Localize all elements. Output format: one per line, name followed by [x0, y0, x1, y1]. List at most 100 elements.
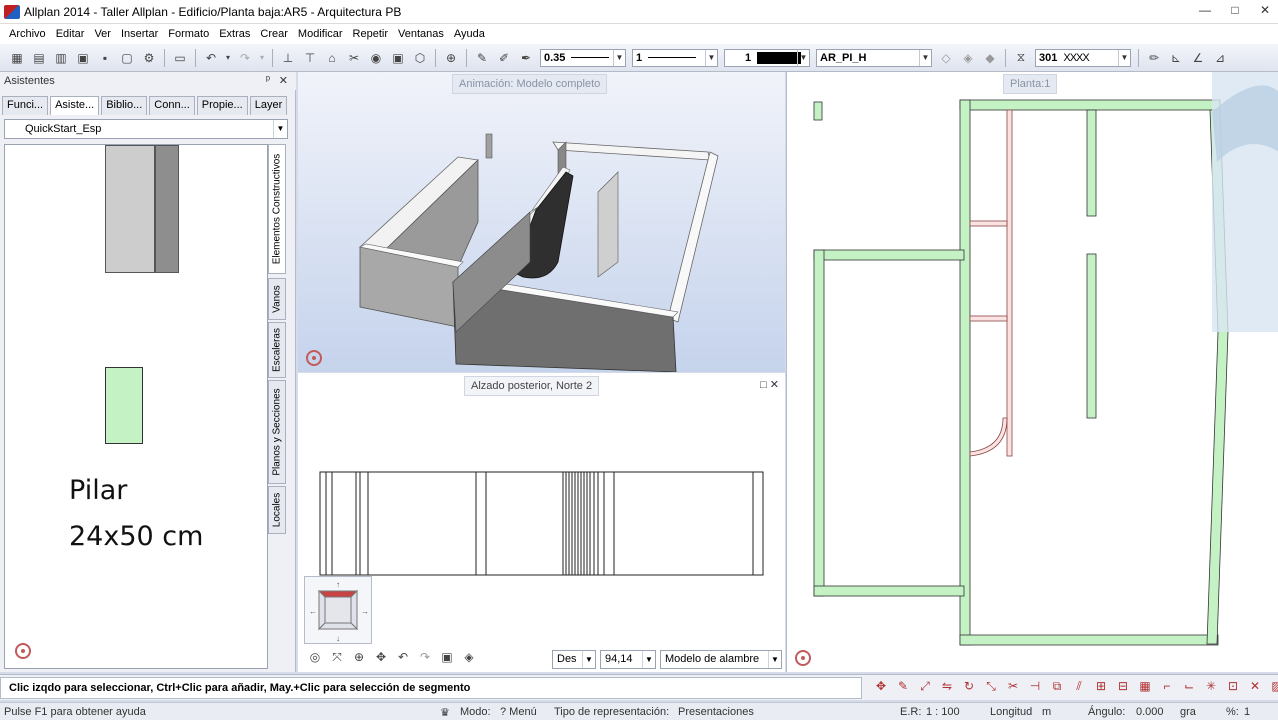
panel-close-icon[interactable]: ✕ — [279, 74, 288, 87]
rotate-icon[interactable]: ↻ — [960, 679, 978, 697]
pick-format-icon[interactable]: ✐ — [495, 49, 513, 67]
pan-icon[interactable]: ✥ — [372, 650, 390, 668]
minimize-button[interactable]: — — [1196, 3, 1214, 17]
menu-ventanas[interactable]: Ventanas — [393, 28, 449, 40]
explode-icon[interactable]: ✳ — [1202, 679, 1220, 697]
angle-value[interactable]: 0.000 — [1136, 706, 1164, 718]
menu-ver[interactable]: Ver — [89, 28, 116, 40]
tab-layer[interactable]: Layer — [249, 96, 288, 115]
redo-icon[interactable]: ↷ — [236, 49, 254, 67]
tab-propiedades[interactable]: Propie... — [196, 96, 248, 115]
des-select[interactable]: Des ▼ — [552, 650, 596, 669]
navigation-target-icon[interactable]: ◎ — [306, 650, 324, 668]
menu-extras[interactable]: Extras — [214, 28, 255, 40]
trim-icon[interactable]: ✂ — [1004, 679, 1022, 697]
pillar-3d-preview[interactable] — [105, 145, 155, 273]
copy-icon[interactable]: ⧉ — [1048, 679, 1066, 697]
open-file-icon[interactable]: ▣ — [74, 49, 92, 67]
menu-ayuda[interactable]: Ayuda — [449, 28, 490, 40]
viewport-elevation[interactable]: Alzado posterior, Norte 2 □ ✕ ↑ ↓ ← → ◎ … — [298, 373, 785, 672]
angle-icon[interactable]: ∠ — [1189, 49, 1207, 67]
layer-visibility-icon[interactable]: ◇ — [937, 49, 955, 67]
dimension-icon[interactable]: ⊤ — [301, 49, 319, 67]
measure-icon[interactable]: ⊥ — [279, 49, 297, 67]
array-icon[interactable]: ▦ — [1136, 679, 1154, 697]
navigation-cube[interactable]: ↑ ↓ ← → — [304, 576, 372, 644]
stairs-icon[interactable]: ⌂ — [323, 49, 341, 67]
pillar-plan-preview[interactable] — [105, 367, 143, 444]
angle-select[interactable]: 94,14 ▼ — [600, 650, 656, 669]
tab-connect[interactable]: Conn... — [149, 96, 195, 115]
menu-modificar[interactable]: Modificar — [293, 28, 348, 40]
representation-value[interactable]: Presentaciones — [678, 706, 754, 718]
extend-icon[interactable]: ⊣ — [1026, 679, 1044, 697]
plan-target-icon[interactable] — [795, 650, 811, 666]
hatch-select[interactable]: 301 XXXX ▼ — [1035, 48, 1131, 67]
redo-dropdown-icon[interactable]: ▾ — [258, 49, 266, 67]
transform-icon[interactable]: ⊡ — [1224, 679, 1242, 697]
assistant-select[interactable]: QuickStart_Esp ▼ — [4, 119, 288, 139]
menu-formato[interactable]: Formato — [163, 28, 214, 40]
zoom-window-icon[interactable]: ⊕ — [350, 650, 368, 668]
fillet-icon[interactable]: ⌐ — [1158, 679, 1176, 697]
building-3d-model[interactable] — [298, 72, 785, 372]
stretch-icon[interactable]: ⤢ — [916, 679, 934, 697]
undo-dropdown-icon[interactable]: ▾ — [224, 49, 232, 67]
color-select[interactable]: 1 ▼ — [724, 48, 810, 67]
vtab-planos-secciones[interactable]: Planos y Secciones — [268, 380, 286, 484]
fillet-icon[interactable]: ⊾ — [1167, 49, 1185, 67]
dimension-angle-icon[interactable]: ⊿ — [1211, 49, 1229, 67]
pen-thickness-select[interactable]: 0.35 ▼ — [540, 48, 626, 67]
eraser-icon[interactable]: ✎ — [894, 679, 912, 697]
viewport-plan[interactable]: Planta:1 — [786, 72, 1278, 672]
tab-biblioteca[interactable]: Biblio... — [101, 96, 148, 115]
hatch-modify-icon[interactable]: ▨ — [1268, 679, 1278, 697]
vtab-vanos[interactable]: Vanos — [268, 278, 286, 320]
image-icon[interactable]: ▭ — [171, 49, 189, 67]
layer-lock-icon[interactable]: ◈ — [959, 49, 977, 67]
menu-archivo[interactable]: Archivo — [4, 28, 51, 40]
angle-unit[interactable]: gra — [1180, 706, 1196, 718]
length-unit[interactable]: m — [1042, 706, 1051, 718]
delete-icon[interactable]: ✕ — [1246, 679, 1264, 697]
layer-settings-icon[interactable]: ◆ — [981, 49, 999, 67]
zoom-all-icon[interactable]: ⤧ — [328, 650, 346, 668]
format-painter-icon[interactable]: ✎ — [473, 49, 491, 67]
scale-value[interactable]: 1 : 100 — [926, 706, 960, 718]
fileset-icon[interactable]: ▤ — [30, 49, 48, 67]
pin-icon[interactable]: ᵖ — [266, 74, 270, 86]
vtab-escaleras[interactable]: Escaleras — [268, 322, 286, 378]
hatch-pattern-icon[interactable]: ⧖ — [1012, 49, 1030, 67]
view-options-icon[interactable]: ◈ — [460, 650, 478, 668]
layout-icon[interactable]: ▢ — [118, 49, 136, 67]
viewport-icon[interactable]: ▣ — [389, 49, 407, 67]
model-icon[interactable]: ⬡ — [411, 49, 429, 67]
navigation-target-icon[interactable] — [15, 643, 31, 659]
save-view-icon[interactable]: ▣ — [438, 650, 456, 668]
chamfer-icon[interactable]: ⌙ — [1180, 679, 1198, 697]
mode-value[interactable]: ? Menú — [500, 706, 537, 718]
pen-icon[interactable]: ✒ — [517, 49, 535, 67]
menu-insertar[interactable]: Insertar — [116, 28, 163, 40]
floor-plan-drawing[interactable] — [787, 72, 1278, 672]
zoom-icon[interactable]: ⊕ — [442, 49, 460, 67]
settings-icon[interactable]: ⚙ — [140, 49, 158, 67]
next-view-icon[interactable]: ↷ — [416, 650, 434, 668]
project-open-icon[interactable]: ▦ — [8, 49, 26, 67]
line-type-select[interactable]: 1 ▼ — [632, 48, 718, 67]
view-icon[interactable]: ◉ — [367, 49, 385, 67]
layer-select[interactable]: AR_PI_H ▼ — [816, 48, 932, 67]
join-icon[interactable]: ⊞ — [1092, 679, 1110, 697]
split-icon[interactable]: ⊟ — [1114, 679, 1132, 697]
close-button[interactable]: ✕ — [1256, 3, 1274, 17]
tab-asistentes[interactable]: Asiste... — [50, 96, 100, 115]
scale-icon[interactable]: ⤡ — [982, 679, 1000, 697]
fileset-layers-icon[interactable]: ▥ — [52, 49, 70, 67]
mirror-icon[interactable]: ⇋ — [938, 679, 956, 697]
close-viewport-icon[interactable]: ✕ — [770, 379, 779, 391]
render-mode-select[interactable]: Modelo de alambre ▼ — [660, 650, 782, 669]
cut-icon[interactable]: ✂ — [345, 49, 363, 67]
percent-value[interactable]: 1 — [1244, 706, 1250, 718]
vtab-locales[interactable]: Locales — [268, 486, 286, 534]
save-icon[interactable]: ▪ — [96, 49, 114, 67]
